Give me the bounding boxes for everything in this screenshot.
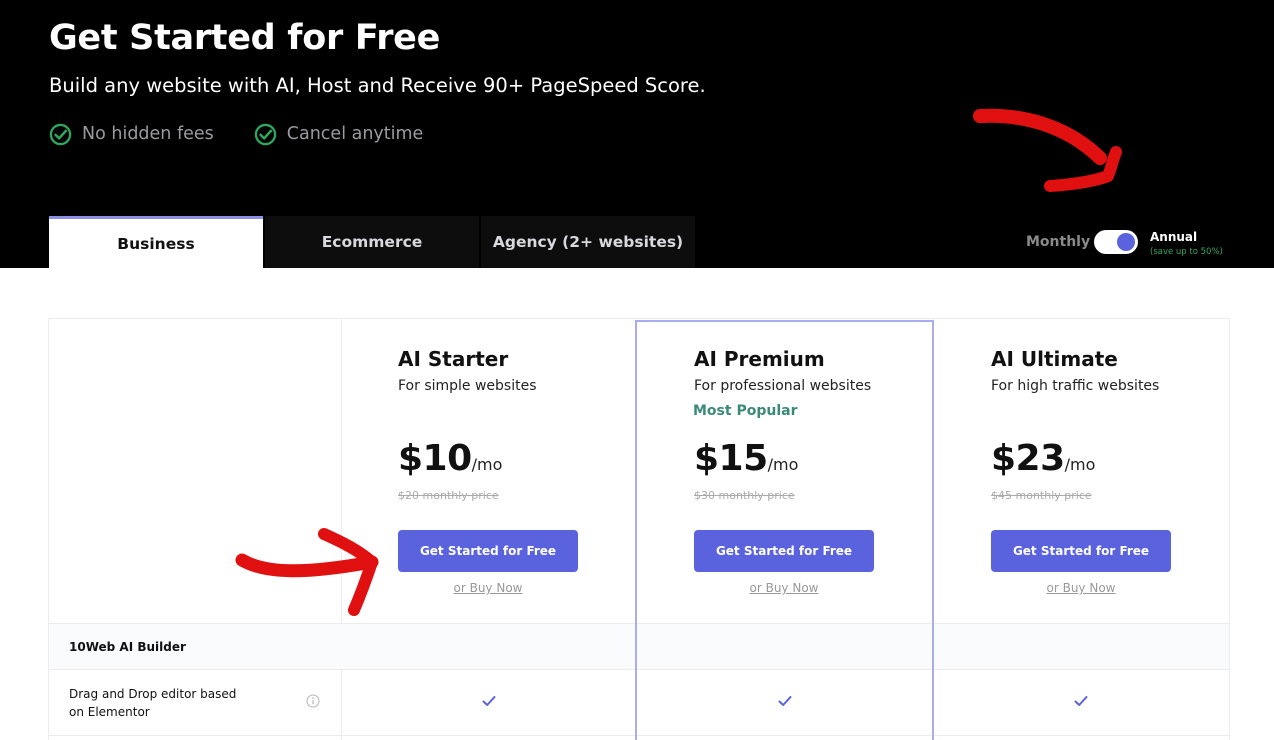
feature-highlights: No hidden fees Cancel anytime <box>49 122 463 146</box>
annotation-arrow-icon <box>973 108 1122 192</box>
plan-description: For high traffic websites <box>991 378 1160 394</box>
check-icon <box>778 696 792 706</box>
check-icon <box>1074 696 1088 706</box>
buy-now-link[interactable]: or Buy Now <box>991 581 1171 595</box>
get-started-button[interactable]: Get Started for Free <box>398 530 578 572</box>
tab-business[interactable]: Business <box>49 216 263 268</box>
feature-cancel-anytime: Cancel anytime <box>254 123 424 146</box>
billing-annual-note: (save up to 50%) <box>1150 247 1223 257</box>
info-icon[interactable] <box>306 694 320 708</box>
price-period: /mo <box>471 455 503 474</box>
page-title: Get Started for Free <box>49 18 441 58</box>
check-circle-icon <box>254 123 276 145</box>
feature-label: No hidden fees <box>82 124 214 144</box>
check-circle-icon <box>49 123 72 145</box>
plan-category-tabs: Business Ecommerce Agency (2+ websites) <box>49 216 697 268</box>
plan-price: $23/mo <box>991 438 1095 479</box>
table-row: Drag and Drop editor based on Elementor <box>49 670 1229 736</box>
billing-annual-label[interactable]: Annual <box>1150 230 1197 244</box>
section-title: 10Web AI Builder <box>69 640 186 654</box>
plan-price: $10/mo <box>398 438 502 479</box>
tab-agency[interactable]: Agency (2+ websites) <box>481 216 695 268</box>
plan-name: AI Ultimate <box>991 347 1118 371</box>
plan-description: For professional websites <box>694 378 872 394</box>
price-amount: $15 <box>694 438 768 479</box>
check-icon <box>482 696 496 706</box>
buy-now-link[interactable]: or Buy Now <box>694 581 874 595</box>
price-period: /mo <box>767 455 799 474</box>
buy-now-link[interactable]: or Buy Now <box>398 581 578 595</box>
get-started-button[interactable]: Get Started for Free <box>991 530 1171 572</box>
page-subtitle: Build any website with AI, Host and Rece… <box>49 74 706 97</box>
feature-label: Cancel anytime <box>286 124 424 144</box>
annotation-arrow-icon <box>235 528 379 616</box>
billing-toggle[interactable] <box>1094 230 1138 254</box>
get-started-button[interactable]: Get Started for Free <box>694 530 874 572</box>
plan-name: AI Premium <box>694 347 825 371</box>
plan-original-price: $45 monthly price <box>991 489 1092 502</box>
price-period: /mo <box>1064 455 1096 474</box>
section-header-row: 10Web AI Builder <box>49 623 1229 670</box>
plan-original-price: $20 monthly price <box>398 489 499 502</box>
price-amount: $10 <box>398 438 472 479</box>
toggle-knob <box>1117 233 1135 251</box>
feature-row-label: Drag and Drop editor based on Elementor <box>69 687 237 719</box>
plan-description: For simple websites <box>398 378 537 394</box>
plan-card-ultimate: AI Ultimate For high traffic websites $2… <box>991 319 1227 623</box>
feature-no-hidden-fees: No hidden fees <box>49 123 214 146</box>
billing-monthly-label[interactable]: Monthly <box>1026 234 1090 250</box>
most-popular-badge: Most Popular <box>693 403 798 419</box>
plan-name: AI Starter <box>398 347 509 371</box>
tab-ecommerce[interactable]: Ecommerce <box>265 216 479 268</box>
plan-card-starter: AI Starter For simple websites $10/mo $2… <box>398 319 638 623</box>
plan-price: $15/mo <box>694 438 798 479</box>
price-amount: $23 <box>991 438 1065 479</box>
plan-card-premium: AI Premium For professional websites Mos… <box>693 319 934 623</box>
plan-original-price: $30 monthly price <box>694 489 795 502</box>
